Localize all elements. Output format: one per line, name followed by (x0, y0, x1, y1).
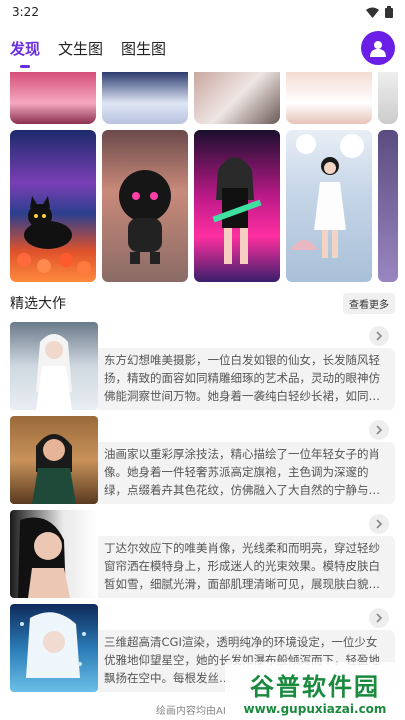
tab-text-to-image[interactable]: 文生图 (58, 38, 103, 59)
featured-list: 东方幻想唯美摄影，一位白发如银的仙女，长发随风轻扬，精致的面容如同精雕细琢的艺术… (0, 322, 405, 692)
battery-icon (385, 6, 393, 18)
cat-figure (17, 196, 91, 275)
portrait-woman-figure (18, 517, 70, 598)
gallery-row-top (0, 72, 405, 124)
chevron-right-icon[interactable] (369, 608, 389, 628)
artwork-thumbnail[interactable] (10, 510, 98, 598)
guitar-girl-figure (212, 157, 262, 264)
white-hair-fairy-figure (36, 334, 72, 410)
section-title: 精选大作 (10, 296, 66, 312)
gallery-image[interactable] (378, 72, 398, 124)
artwork-thumbnail[interactable] (10, 322, 98, 410)
status-icons (366, 6, 393, 18)
artwork-thumbnail[interactable] (10, 604, 98, 692)
list-item[interactable]: 油画家以重彩厚涂技法，精心描绘了一位年轻女子的肖像。她身着一件轻奢苏派高定旗袍，… (10, 416, 395, 504)
watermark-title: 谷普软件园 (250, 672, 380, 701)
gallery-image[interactable] (286, 72, 372, 124)
gallery-image[interactable] (102, 130, 188, 282)
user-icon (370, 41, 386, 57)
chevron-right-icon[interactable] (369, 420, 389, 440)
status-time: 3:22 (12, 5, 39, 19)
featured-section-header: 精选大作 查看更多 (0, 290, 405, 316)
list-item[interactable]: 东方幻想唯美摄影，一位白发如银的仙女，长发随风轻扬，精致的面容如同精雕细琢的艺术… (10, 322, 395, 410)
gallery-image[interactable] (194, 130, 280, 282)
profile-button[interactable] (361, 31, 395, 65)
view-more-button[interactable]: 查看更多 (343, 292, 395, 314)
chevron-right-icon[interactable] (369, 326, 389, 346)
list-item[interactable]: 丁达尔效应下的唯美肖像，光线柔和而明亮，穿过轻纱窗帘洒在模特身上，形成迷人的光束… (10, 510, 395, 598)
gallery-image[interactable] (286, 130, 372, 282)
chevron-right-icon[interactable] (369, 514, 389, 534)
tab-discover[interactable]: 发现 (10, 38, 40, 59)
robot-figure (119, 170, 171, 264)
status-bar: 3:22 (0, 0, 405, 24)
site-watermark: 谷普软件园 www.gupuxiazai.com (225, 662, 405, 720)
gallery-image[interactable] (102, 72, 188, 124)
watermark-url: www.gupuxiazai.com (243, 701, 387, 716)
gallery-image[interactable] (10, 72, 96, 124)
gallery-image[interactable] (10, 130, 96, 282)
artwork-thumbnail[interactable] (10, 416, 98, 504)
ai-disclaimer: 绘画内容均由AI (156, 706, 226, 717)
umbrella-girl-figure (290, 134, 364, 258)
artwork-description: 东方幻想唯美摄影，一位白发如银的仙女，长发随风轻扬，精致的面容如同精雕细琢的艺术… (98, 348, 395, 410)
underwater-girl-figure (20, 612, 86, 678)
gallery-row (0, 130, 405, 282)
wifi-icon (366, 7, 379, 18)
gallery-image[interactable] (194, 72, 280, 124)
gallery-image[interactable] (378, 130, 398, 282)
qipao-woman-figure (32, 434, 76, 504)
top-tab-bar: 发现 文生图 图生图 (0, 24, 405, 72)
artwork-description: 油画家以重彩厚涂技法，精心描绘了一位年轻女子的肖像。她身着一件轻奢苏派高定旗袍，… (98, 442, 395, 504)
tab-image-to-image[interactable]: 图生图 (121, 38, 166, 59)
artwork-description: 丁达尔效应下的唯美肖像，光线柔和而明亮，穿过轻纱窗帘洒在模特身上，形成迷人的光束… (98, 536, 395, 598)
